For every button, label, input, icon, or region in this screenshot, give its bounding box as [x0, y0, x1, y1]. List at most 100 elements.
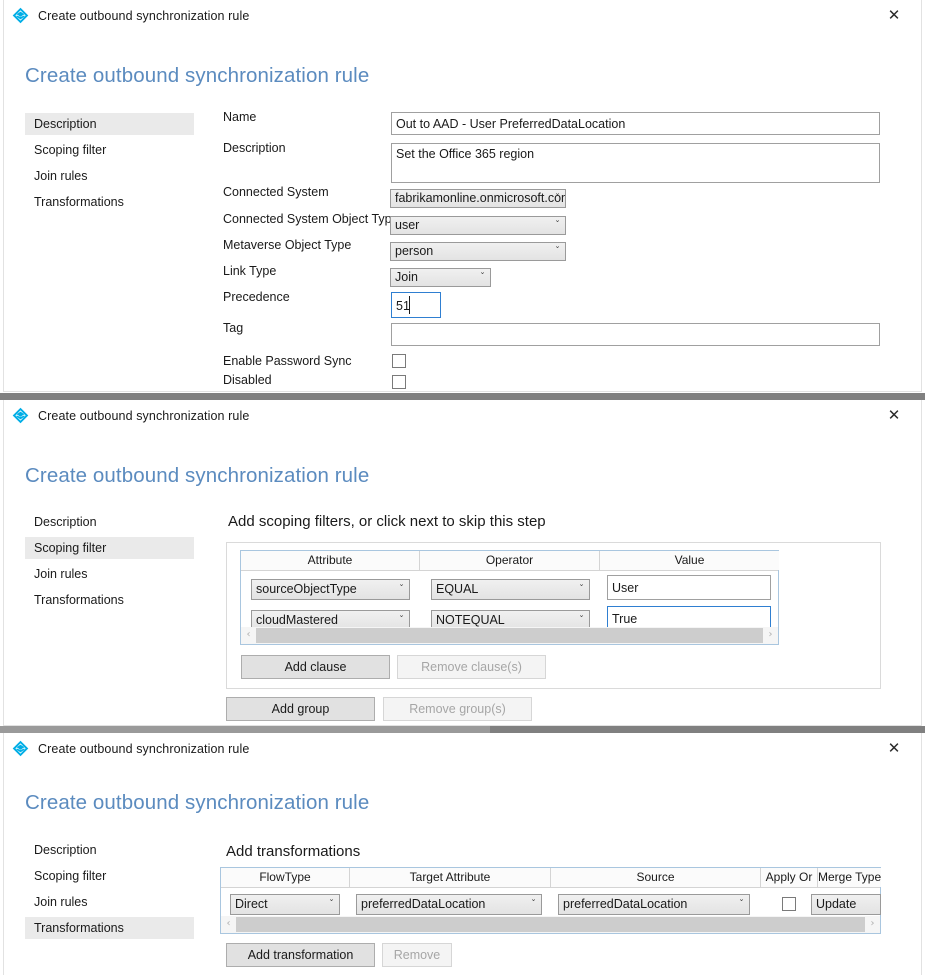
window-title: Create outbound synchronization rule [38, 409, 249, 423]
separator-scroll-segment [0, 726, 490, 733]
label-disabled: Disabled [223, 373, 272, 387]
connected-system-object-type-select[interactable]: user ˇ [390, 216, 566, 235]
link-type-select[interactable]: Join ˇ [390, 268, 491, 287]
row0-flowtype-value: Direct [235, 897, 268, 911]
title-bar: Create outbound synchronization rule ✕ [4, 0, 921, 31]
row0-merge-type-select[interactable]: Update [811, 894, 881, 915]
sidebar-nav: Description Scoping filter Join rules Tr… [25, 113, 194, 217]
sidebar-item-transformations[interactable]: Transformations [25, 917, 194, 939]
page-title: Create outbound synchronization rule [25, 464, 369, 488]
link-type-value: Join [395, 270, 418, 284]
column-header-operator[interactable]: Operator [420, 551, 600, 570]
sidebar-nav: Description Scoping filter Join rules Tr… [25, 839, 194, 943]
description-input[interactable]: Set the Office 365 region [391, 143, 880, 183]
scrollbar-thumb[interactable] [236, 917, 865, 932]
enable-password-sync-checkbox[interactable] [392, 354, 406, 368]
scroll-left-icon[interactable]: ‹ [241, 627, 256, 644]
add-clause-button[interactable]: Add clause [241, 655, 390, 679]
chevron-down-icon: ˇ [480, 269, 485, 286]
column-header-attribute[interactable]: Attribute [241, 551, 420, 570]
window-title: Create outbound synchronization rule [38, 9, 249, 23]
row0-target-attribute-select[interactable]: preferredDataLocation ˇ [356, 894, 542, 915]
sidebar-item-description[interactable]: Description [25, 113, 194, 135]
sidebar-item-scoping-filter[interactable]: Scoping filter [25, 537, 194, 559]
remove-clause-button[interactable]: Remove clause(s) [397, 655, 546, 679]
row0-apply-or-checkbox[interactable] [782, 897, 796, 911]
sidebar-item-scoping-filter[interactable]: Scoping filter [25, 865, 194, 887]
window-panel-description: Create outbound synchronization rule ✕ C… [0, 0, 925, 392]
scroll-right-icon[interactable]: › [763, 627, 778, 644]
add-transformation-button[interactable]: Add transformation [226, 943, 375, 967]
chevron-down-icon: ˇ [555, 243, 560, 260]
window-panel-scoping-filter: Create outbound synchronization rule ✕ C… [0, 400, 925, 726]
precedence-input[interactable]: 51 [391, 292, 441, 318]
column-header-flowtype[interactable]: FlowType [221, 868, 350, 887]
scrollbar-thumb[interactable] [256, 628, 763, 643]
window-panel-transformations: Create outbound synchronization rule ✕ C… [0, 733, 925, 975]
grid-horizontal-scrollbar[interactable]: ‹ › [221, 916, 880, 933]
scroll-right-icon[interactable]: › [865, 916, 880, 933]
aad-connect-diamond-icon [12, 740, 29, 757]
row0-source-select[interactable]: preferredDataLocation ˇ [558, 894, 750, 915]
sidebar-nav: Description Scoping filter Join rules Tr… [25, 511, 194, 615]
panel-body: Create outbound synchronization rule ✕ C… [3, 733, 922, 975]
page-title: Create outbound synchronization rule [25, 64, 369, 88]
close-icon[interactable]: ✕ [873, 401, 915, 429]
chevron-down-icon: ˇ [531, 895, 536, 914]
row0-operator-select[interactable]: EQUAL ˇ [431, 579, 590, 600]
close-icon[interactable]: ✕ [873, 734, 915, 762]
grid-horizontal-scrollbar[interactable]: ‹ › [241, 627, 778, 644]
column-header-source[interactable]: Source [551, 868, 761, 887]
precedence-value: 51 [396, 299, 410, 313]
panel-body: Create outbound synchronization rule ✕ C… [3, 400, 922, 726]
sidebar-item-transformations[interactable]: Transformations [25, 191, 194, 213]
scroll-left-icon[interactable]: ‹ [221, 916, 236, 933]
window-separator-1 [0, 393, 925, 400]
column-header-merge-type[interactable]: Merge Type [818, 868, 881, 887]
column-header-apply-or[interactable]: Apply Or [761, 868, 818, 887]
chevron-down-icon: ˇ [399, 580, 404, 599]
aad-connect-diamond-icon [12, 7, 29, 24]
aad-connect-diamond-icon [12, 407, 29, 424]
chevron-down-icon: ˇ [555, 190, 560, 207]
sidebar-item-description[interactable]: Description [25, 511, 194, 533]
disabled-checkbox[interactable] [392, 375, 406, 389]
sidebar-item-transformations[interactable]: Transformations [25, 589, 194, 611]
metaverse-object-type-value: person [395, 244, 433, 258]
column-header-value[interactable]: Value [600, 551, 779, 570]
remove-button[interactable]: Remove [382, 943, 452, 967]
chevron-down-icon: ˇ [555, 217, 560, 234]
remove-group-button[interactable]: Remove group(s) [383, 697, 532, 721]
sidebar-item-join-rules[interactable]: Join rules [25, 165, 194, 187]
scoping-filter-grid: Attribute Operator Value sourceObjectTyp… [240, 550, 779, 645]
sidebar-item-join-rules[interactable]: Join rules [25, 891, 194, 913]
name-input[interactable]: Out to AAD - User PreferredDataLocation [391, 112, 880, 135]
tag-input[interactable] [391, 323, 880, 346]
scoping-filter-section-title: Add scoping filters, or click next to sk… [228, 513, 546, 530]
grid-header-row: FlowType Target Attribute Source Apply O… [221, 868, 880, 888]
row0-merge-type-value: Update [816, 897, 856, 911]
connected-system-select[interactable]: fabrikamonline.onmicrosoft.com ˇ [390, 189, 566, 208]
chevron-down-icon: ˇ [739, 895, 744, 914]
grid-header-row: Attribute Operator Value [241, 551, 778, 571]
sidebar-item-scoping-filter[interactable]: Scoping filter [25, 139, 194, 161]
label-tag: Tag [223, 321, 243, 335]
add-group-button[interactable]: Add group [226, 697, 375, 721]
row0-attribute-select[interactable]: sourceObjectType ˇ [251, 579, 410, 600]
sidebar-item-description[interactable]: Description [25, 839, 194, 861]
row0-value-input[interactable]: User [607, 575, 771, 600]
transformations-section-title: Add transformations [226, 843, 360, 860]
sidebar-item-join-rules[interactable]: Join rules [25, 563, 194, 585]
metaverse-object-type-select[interactable]: person ˇ [390, 242, 566, 261]
label-name: Name [223, 110, 256, 124]
label-precedence: Precedence [223, 290, 290, 304]
label-connected-system: Connected System [223, 185, 329, 199]
column-header-target-attribute[interactable]: Target Attribute [350, 868, 551, 887]
label-description: Description [223, 141, 286, 155]
row0-flowtype-select[interactable]: Direct ˇ [230, 894, 340, 915]
row1-attribute-value: cloudMastered [256, 613, 338, 627]
panel-bottom-edge [3, 391, 922, 392]
close-icon[interactable]: ✕ [873, 1, 915, 29]
row0-operator-value: EQUAL [436, 582, 478, 596]
window-separator-2 [0, 726, 925, 733]
